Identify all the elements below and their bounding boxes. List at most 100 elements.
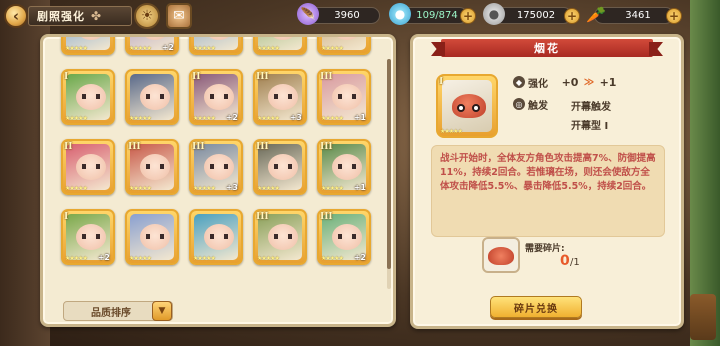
character-face — [140, 37, 170, 40]
photo-card[interactable]: III ★★★★★ — [253, 139, 307, 195]
star-rating: ★★★★★ — [193, 185, 216, 192]
exchange-label: 碎片兑换 — [514, 303, 558, 315]
photo-card[interactable]: ★★★★★ — [189, 209, 243, 265]
character-face — [332, 37, 362, 40]
character-eyes — [338, 234, 356, 239]
star-rating: ★★★★★ — [257, 45, 280, 52]
enhance-row: ◆ 强化 +0 ≫ +1 — [513, 75, 620, 90]
star-rating: ★★★★★ — [321, 185, 344, 192]
rank-numeral: I — [439, 77, 444, 87]
rank-numeral: III — [256, 142, 269, 152]
enhance-level: +1 — [353, 183, 366, 192]
character-eyes — [274, 164, 292, 169]
card-name: 烟花 — [534, 42, 560, 55]
enhance-level: +3 — [289, 113, 302, 122]
sort-dropdown[interactable]: 品质排序 ▼ — [63, 301, 173, 321]
photo-card[interactable]: III ★★★★★ +1 — [317, 139, 371, 195]
star-rating: ★★★★★ — [65, 115, 88, 122]
fragment-need: /1 — [570, 257, 580, 268]
rank-numeral: III — [256, 72, 269, 82]
enhance-level: +3 — [225, 183, 238, 192]
enhance-level: +2 — [225, 113, 238, 122]
photo-card[interactable]: ★★★★★ — [125, 209, 179, 265]
rank-numeral: II — [192, 72, 201, 82]
photo-card[interactable]: ★★★★★ +2 — [125, 37, 179, 55]
card-art — [66, 74, 110, 120]
enhance-level: +1 — [353, 113, 366, 122]
character-eyes — [82, 234, 100, 239]
star-rating: ★★★★★ — [321, 45, 344, 52]
sun-emblem-icon[interactable]: ☀ — [134, 3, 160, 29]
character-eyes — [146, 164, 164, 169]
photo-card[interactable]: ★★★★★ — [189, 37, 243, 55]
rank-numeral: III — [320, 212, 333, 222]
character-face — [268, 37, 298, 40]
rank-numeral: I — [64, 72, 69, 82]
photo-card[interactable]: III ★★★★★ +3 — [253, 69, 307, 125]
crab-eye — [457, 104, 465, 112]
top-bar: ‹ 剧照强化 ✤ ☀ ✉ 🪶 3960 ● 109/874 + ● 175002… — [0, 0, 720, 32]
star-rating: ★★★★★ — [129, 45, 152, 52]
rank-numeral: I — [64, 212, 69, 222]
star-rating: ★★★★★ — [193, 45, 216, 52]
fragment-icon — [482, 237, 520, 273]
photo-card[interactable]: ★★★★★ — [61, 37, 115, 55]
photo-card[interactable]: III ★★★★★ — [253, 209, 307, 265]
stamina-plus-button[interactable]: + — [460, 8, 476, 24]
silver-plus-button[interactable]: + — [564, 8, 580, 24]
crab-art — [488, 247, 514, 265]
photo-card[interactable]: III ★★★★★ +1 — [317, 69, 371, 125]
resource-carrot: 🥕 3461 + — [586, 5, 682, 24]
photo-card[interactable]: II ★★★★★ — [61, 139, 115, 195]
resource-feather: 🪶 3960 — [297, 3, 380, 25]
rank-numeral: III — [320, 142, 333, 152]
scrollbar-thumb[interactable] — [387, 59, 391, 269]
photo-card[interactable]: I ★★★★★ — [61, 69, 115, 125]
scrollbar[interactable] — [387, 59, 391, 289]
back-button[interactable]: ‹ — [4, 4, 28, 28]
sort-label: 品质排序 — [91, 307, 131, 319]
character-eyes — [210, 164, 228, 169]
star-rating: ★★★★★ — [321, 255, 344, 262]
star-rating: ★★★★★ — [257, 255, 280, 262]
trigger-label: 触发 — [528, 100, 548, 112]
enhance-label: 强化 — [528, 78, 548, 90]
photo-card[interactable]: III ★★★★★ — [125, 139, 179, 195]
star-rating: ★★★★★ — [129, 115, 152, 122]
rank-numeral: III — [256, 212, 269, 222]
photo-card[interactable]: ★★★★★ — [317, 37, 371, 55]
fragment-exchange-button[interactable]: 碎片兑换 — [490, 296, 582, 318]
photo-card[interactable]: II ★★★★★ +2 — [189, 69, 243, 125]
trigger-value: 开幕触发 — [571, 102, 611, 113]
photo-card[interactable]: III ★★★★★ +2 — [317, 209, 371, 265]
character-eyes — [146, 94, 164, 99]
page-title-plate: 剧照强化 ✤ — [28, 6, 132, 26]
letter-icon[interactable]: ✉ — [166, 3, 192, 29]
fragment-label: 需要碎片: — [525, 244, 565, 254]
trigger-row: ◎ 触发 — [513, 97, 558, 112]
star-rating: ★★★★★ — [129, 185, 152, 192]
rank-numeral: III — [128, 142, 141, 152]
rank-numeral: II — [64, 142, 73, 152]
star-rating: ★★★★★ — [129, 255, 152, 262]
photo-card[interactable]: I ★★★★★ +2 — [61, 209, 115, 265]
enhance-from: +0 — [561, 75, 579, 89]
rank-numeral: III — [320, 72, 333, 82]
enhance-icon: ◆ — [513, 76, 525, 88]
photo-card[interactable]: III ★★★★★ +3 — [189, 139, 243, 195]
carrot-plus-button[interactable]: + — [666, 8, 682, 24]
character-eyes — [82, 164, 100, 169]
selected-card[interactable]: I ★★★★★ — [436, 74, 498, 138]
crab-art — [452, 94, 486, 118]
card-art — [66, 144, 110, 190]
card-art — [442, 80, 492, 132]
stamina-icon: ● — [389, 3, 411, 25]
card-grid: ★★★★★ ★★★★★ +2 ★★★★★ ★★★★★ ★★★★★ I ★★★★★ ★★★★★ II… — [61, 37, 389, 293]
star-rating: ★★★★★ — [321, 115, 344, 122]
character-face — [204, 37, 234, 40]
photo-card[interactable]: ★★★★★ — [253, 37, 307, 55]
photo-card[interactable]: ★★★★★ — [125, 69, 179, 125]
chevron-down-icon[interactable]: ▼ — [152, 301, 172, 321]
resource-stamina: ● 109/874 + — [389, 3, 476, 25]
card-detail-panel: 烟花 I ★★★★★ ◆ 强化 +0 ≫ +1 ◎ 触发 开幕触发 开幕型 I … — [410, 34, 684, 329]
